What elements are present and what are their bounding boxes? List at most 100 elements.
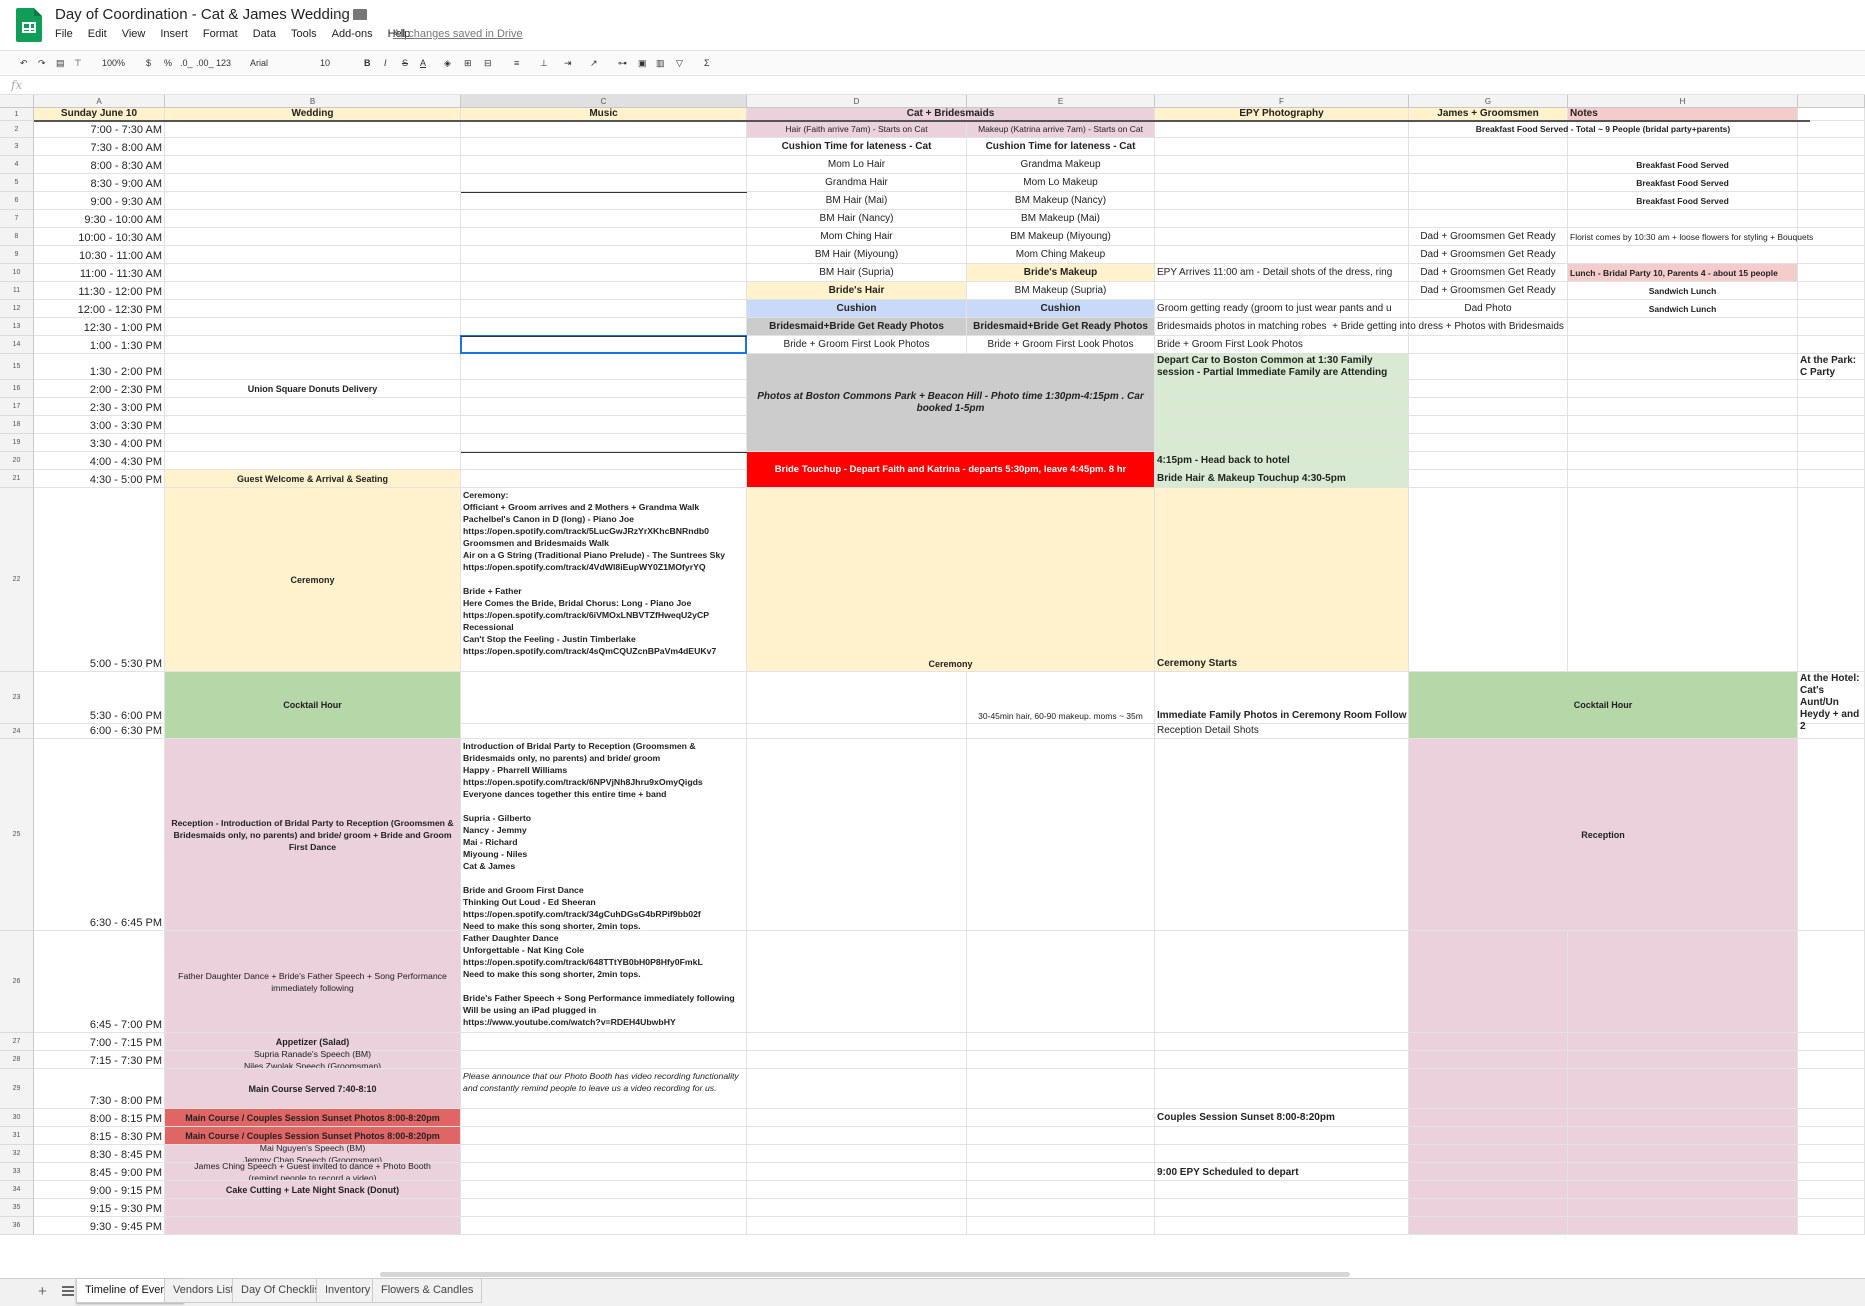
borders-icon[interactable]: ⊞ bbox=[464, 58, 472, 69]
row-header-19[interactable]: 19 bbox=[0, 434, 34, 452]
undo-icon[interactable]: ↶ bbox=[20, 58, 28, 69]
grid-cell[interactable] bbox=[1798, 1033, 1865, 1051]
grid-cell[interactable] bbox=[747, 1163, 967, 1181]
filled-cell[interactable] bbox=[1568, 1109, 1798, 1127]
row-header-36[interactable]: 36 bbox=[0, 1217, 34, 1235]
grid-cell[interactable] bbox=[1798, 210, 1865, 228]
column-header-c[interactable]: C bbox=[461, 95, 747, 108]
cell-h11[interactable]: Sandwich Lunch bbox=[1568, 282, 1798, 300]
document-title[interactable]: Day of Coordination - Cat & James Weddin… bbox=[55, 6, 350, 23]
tab-inventory[interactable]: Inventory bbox=[316, 1279, 380, 1303]
grid-cell[interactable] bbox=[461, 380, 747, 398]
cell-e11[interactable]: BM Makeup (Supria) bbox=[967, 282, 1155, 300]
cell-b21[interactable]: Guest Welcome & Arrival & Seating bbox=[165, 470, 461, 488]
grid-cell[interactable] bbox=[165, 452, 461, 470]
grid-cell[interactable] bbox=[1409, 354, 1568, 380]
cell-a22[interactable]: 5:00 - 5:30 PM bbox=[34, 488, 165, 672]
filled-cell[interactable] bbox=[1409, 1199, 1568, 1217]
cell-d3[interactable]: Cushion Time for lateness - Cat bbox=[747, 138, 967, 156]
filled-cell[interactable] bbox=[165, 1199, 461, 1217]
cell-e6[interactable]: BM Makeup (Nancy) bbox=[967, 192, 1155, 210]
cell-c29[interactable]: Please announce that our Photo Booth has… bbox=[461, 1069, 747, 1109]
cell-c25[interactable]: Introduction of Bridal Party to Receptio… bbox=[461, 739, 747, 931]
folder-icon[interactable] bbox=[353, 9, 367, 20]
cell-b29[interactable]: Main Course Served 7:40-8:10 bbox=[165, 1069, 461, 1109]
grid-cell[interactable] bbox=[747, 1033, 967, 1051]
row-header-27[interactable]: 27 bbox=[0, 1033, 34, 1051]
cell-i15[interactable]: At the Park: C Party bbox=[1798, 354, 1865, 398]
cell-d9[interactable]: BM Hair (Miyoung) bbox=[747, 246, 967, 264]
row-header-25[interactable]: 25 bbox=[0, 739, 34, 931]
cell-a28[interactable]: 7:15 - 7:30 PM bbox=[34, 1051, 165, 1069]
cell-e12[interactable]: Cushion bbox=[967, 300, 1155, 318]
grid-cell[interactable] bbox=[1155, 246, 1409, 264]
cell-a19[interactable]: 3:30 - 4:00 PM bbox=[34, 434, 165, 452]
column-header-e[interactable]: E bbox=[967, 95, 1155, 108]
grid-cell[interactable] bbox=[1155, 1181, 1409, 1199]
grid-cell[interactable] bbox=[461, 470, 747, 488]
cell-b16[interactable]: Union Square Donuts Delivery bbox=[165, 380, 461, 398]
grid-cell[interactable] bbox=[1798, 336, 1865, 354]
grid-cell[interactable] bbox=[1155, 156, 1409, 174]
grid-cell[interactable] bbox=[1409, 156, 1568, 174]
grid-cell[interactable] bbox=[1798, 739, 1865, 931]
grid-cell[interactable] bbox=[1798, 1145, 1865, 1163]
grid-cell[interactable] bbox=[747, 1199, 967, 1217]
row-header-2[interactable]: 2 bbox=[0, 121, 34, 138]
grid-cell[interactable] bbox=[165, 336, 461, 354]
row-header-13[interactable]: 13 bbox=[0, 318, 34, 336]
column-header-g[interactable]: G bbox=[1409, 95, 1568, 108]
cell-a24[interactable]: 6:00 - 6:30 PM bbox=[34, 724, 165, 739]
row-header-11[interactable]: 11 bbox=[0, 282, 34, 300]
cell-f15[interactable]: Depart Car to Boston Common at 1:30 Fami… bbox=[1155, 354, 1409, 380]
menu-file[interactable]: File bbox=[55, 28, 73, 40]
grid-cell[interactable] bbox=[461, 300, 747, 318]
row-header-34[interactable]: 34 bbox=[0, 1181, 34, 1199]
cell-d15[interactable]: Photos at Boston Commons Park + Beacon H… bbox=[747, 354, 1155, 452]
currency-button[interactable]: $ bbox=[146, 58, 151, 68]
add-sheet-icon[interactable]: + bbox=[38, 1283, 47, 1300]
row-header-17[interactable]: 17 bbox=[0, 398, 34, 416]
grid-cell[interactable] bbox=[461, 156, 747, 174]
fill-color-icon[interactable]: ◈ bbox=[444, 58, 451, 69]
paint-format-icon[interactable]: ⊤ bbox=[74, 58, 82, 69]
cell-a25[interactable]: 6:30 - 6:45 PM bbox=[34, 739, 165, 931]
more-formats-button[interactable]: 123 bbox=[216, 58, 231, 68]
grid-cell[interactable] bbox=[461, 282, 747, 300]
grid-cell[interactable] bbox=[1155, 1199, 1409, 1217]
cell-d14[interactable]: Bride + Groom First Look Photos bbox=[747, 336, 967, 354]
grid-cell[interactable] bbox=[967, 1051, 1155, 1069]
row-header-5[interactable]: 5 bbox=[0, 174, 34, 192]
filled-cell[interactable] bbox=[1568, 1145, 1798, 1163]
cell-b32[interactable]: Mai Nguyen's Speech (BM) Jemmy Chan Spee… bbox=[165, 1145, 461, 1163]
filter-icon[interactable]: ▽ bbox=[676, 58, 683, 69]
grid-cell[interactable] bbox=[165, 138, 461, 156]
column-header-h[interactable]: H bbox=[1568, 95, 1798, 108]
filled-cell[interactable] bbox=[1568, 1181, 1798, 1199]
horizontal-align-icon[interactable]: ≡ bbox=[514, 58, 519, 68]
grid-cell[interactable] bbox=[165, 156, 461, 174]
row-header-23[interactable]: 23 bbox=[0, 672, 34, 724]
grid-cell[interactable] bbox=[461, 1199, 747, 1217]
cell-e14[interactable]: Bride + Groom First Look Photos bbox=[967, 336, 1155, 354]
grid-cell[interactable] bbox=[165, 434, 461, 452]
filled-cell[interactable] bbox=[1568, 1051, 1798, 1069]
cell-g11[interactable]: Dad + Groomsmen Get Ready bbox=[1409, 282, 1568, 300]
grid-cell[interactable] bbox=[165, 121, 461, 138]
grid-cell[interactable] bbox=[747, 1217, 967, 1235]
grid-cell[interactable] bbox=[747, 1145, 967, 1163]
grid-cell[interactable] bbox=[165, 264, 461, 282]
filled-cell[interactable] bbox=[165, 1217, 461, 1235]
cell-a13[interactable]: 12:30 - 1:00 PM bbox=[34, 318, 165, 336]
row-header-24[interactable]: 24 bbox=[0, 724, 34, 739]
row-header-31[interactable]: 31 bbox=[0, 1127, 34, 1145]
cell-a34[interactable]: 9:00 - 9:15 PM bbox=[34, 1181, 165, 1199]
grid-cell[interactable] bbox=[1155, 210, 1409, 228]
cell-a11[interactable]: 11:30 - 12:00 PM bbox=[34, 282, 165, 300]
formula-bar[interactable]: fx bbox=[0, 76, 1865, 95]
grid-cell[interactable] bbox=[461, 174, 747, 192]
grid-cell[interactable] bbox=[1409, 434, 1568, 452]
row-header-29[interactable]: 29 bbox=[0, 1069, 34, 1109]
cell-a16[interactable]: 2:00 - 2:30 PM bbox=[34, 380, 165, 398]
cell-a32[interactable]: 8:30 - 8:45 PM bbox=[34, 1145, 165, 1163]
